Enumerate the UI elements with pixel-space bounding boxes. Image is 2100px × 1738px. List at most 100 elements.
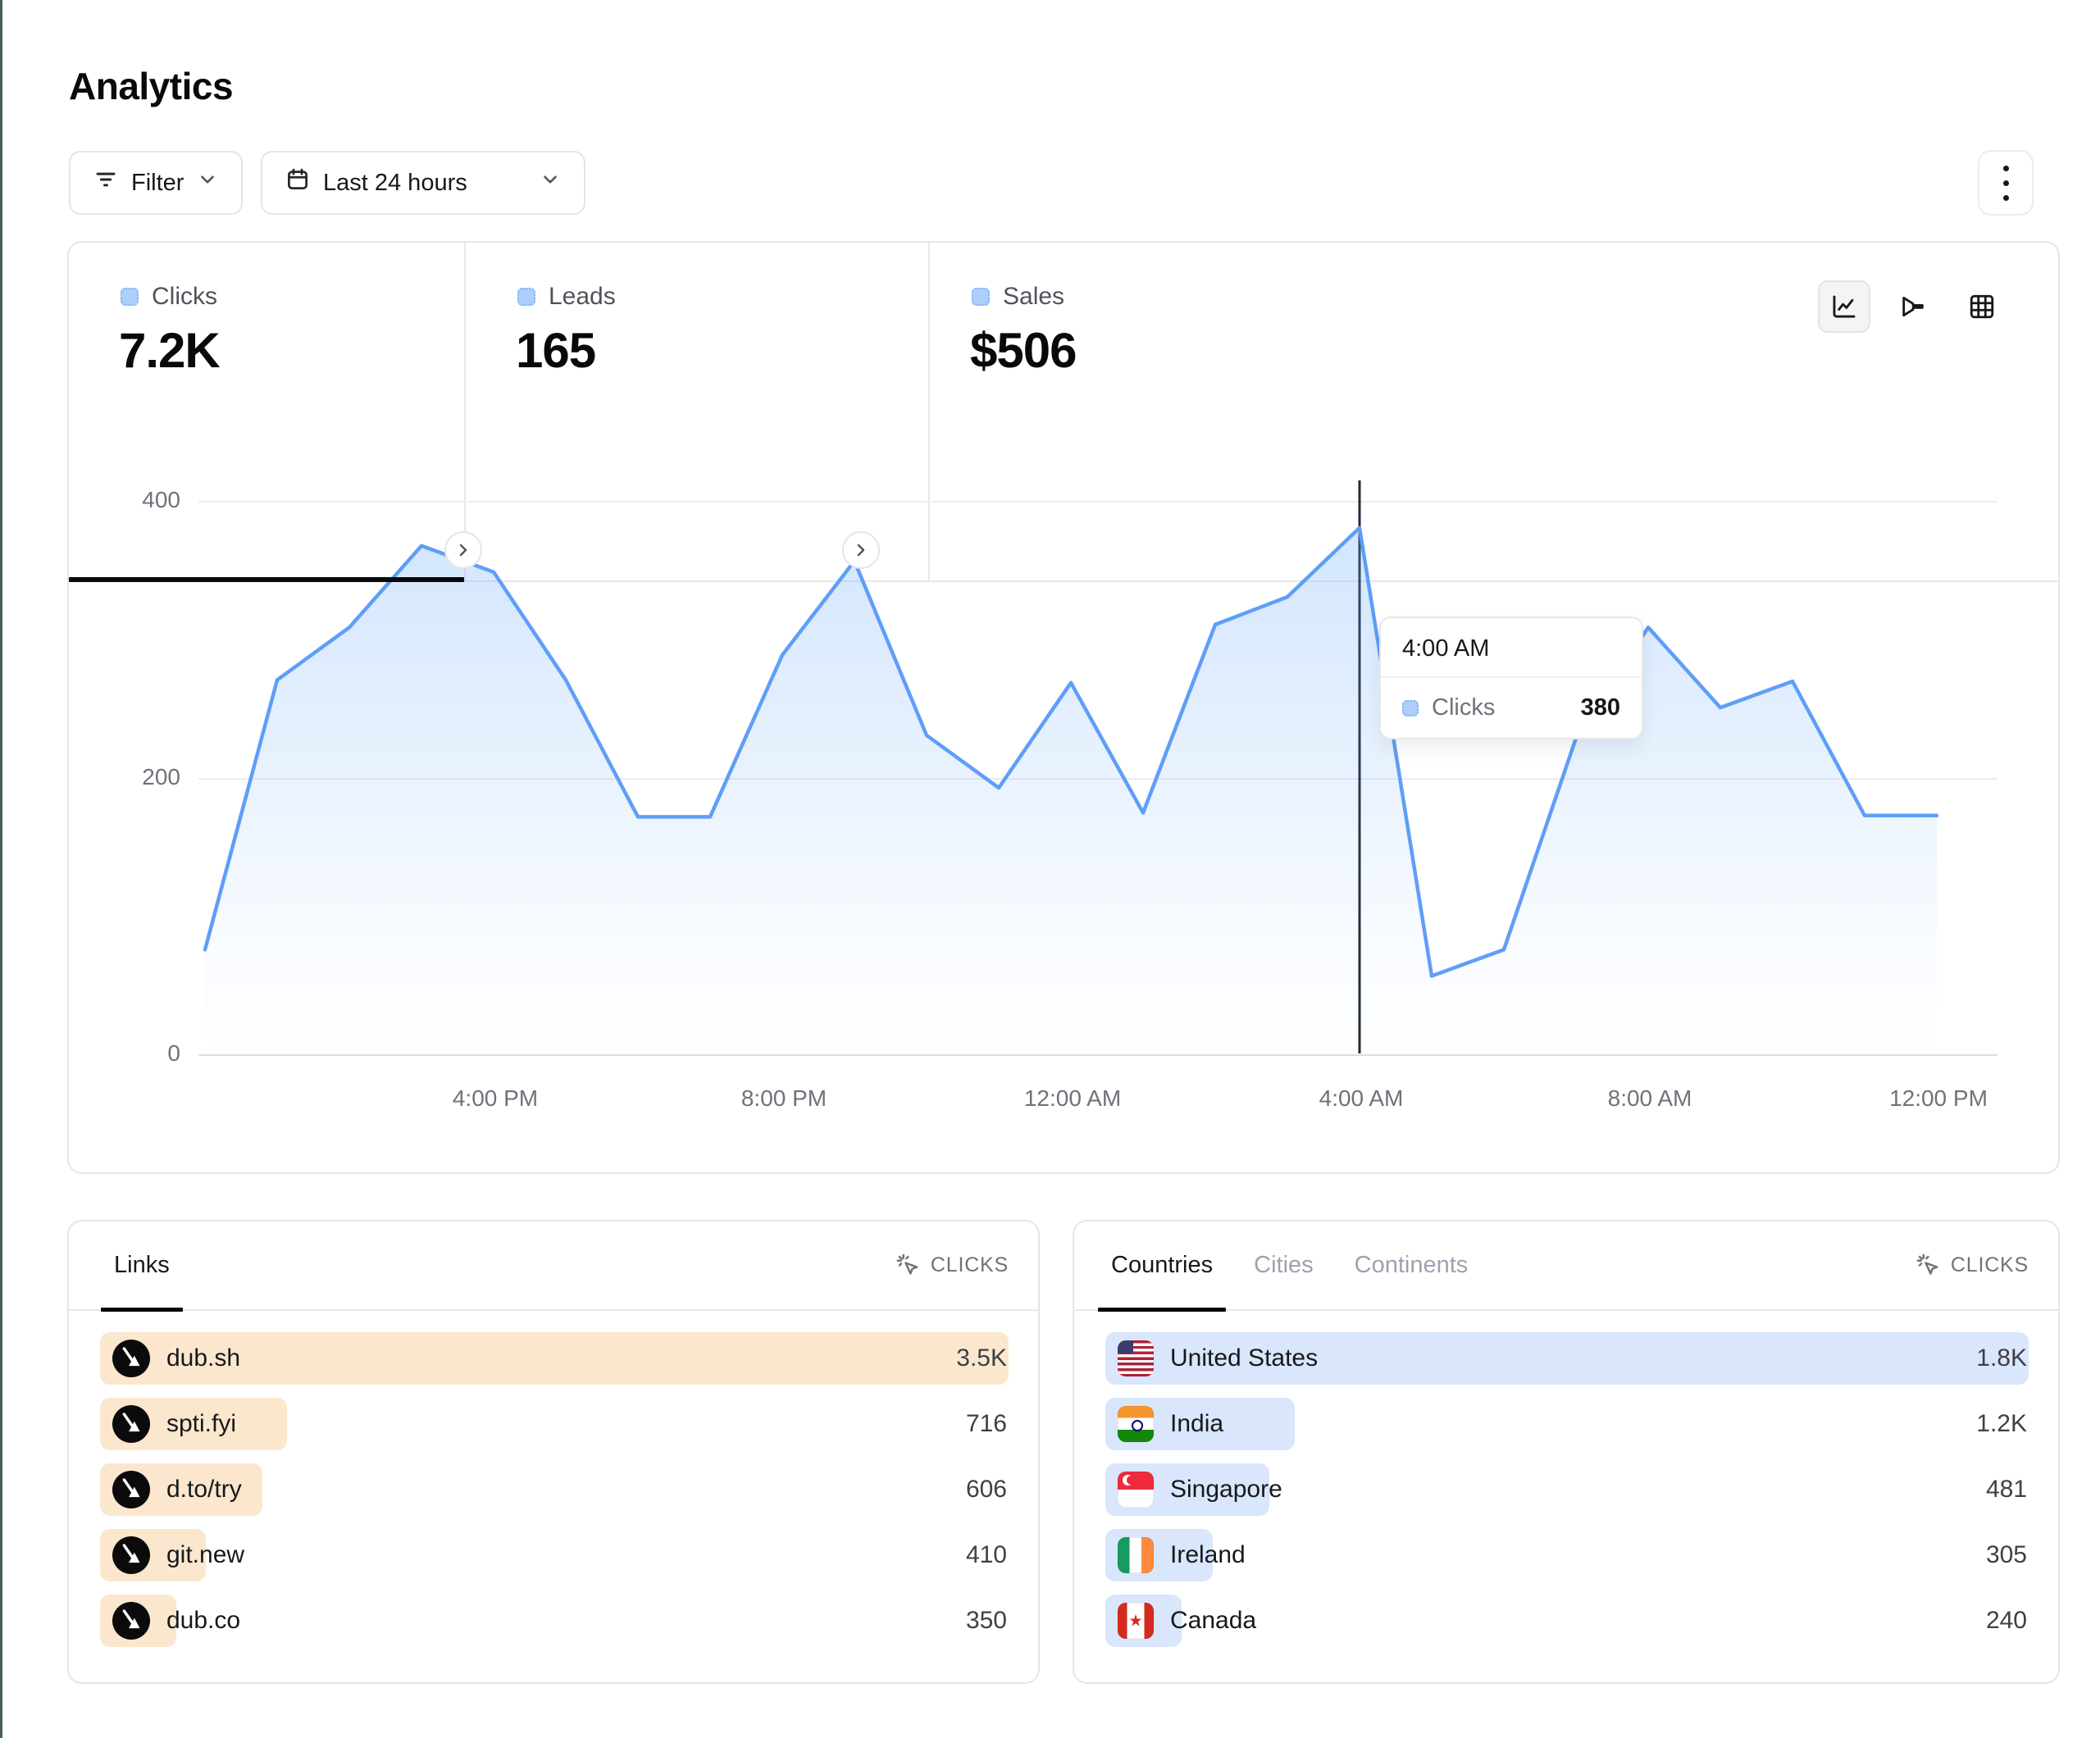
tooltip-series-label: Clicks (1432, 694, 1495, 721)
country-name: United States (1170, 1344, 1318, 1372)
link-row[interactable]: git.new 410 (100, 1529, 1009, 1581)
country-flag-icon (1118, 1340, 1154, 1376)
country-row[interactable]: Singapore 481 (1105, 1463, 2029, 1516)
filter-button[interactable]: Filter (69, 151, 243, 215)
country-row[interactable]: India 1.2K (1105, 1398, 2029, 1450)
calendar-icon (285, 167, 310, 198)
link-name: git.new (166, 1541, 244, 1569)
tab-cities[interactable]: Cities (1254, 1222, 1314, 1309)
stat-value: $506 (970, 322, 1330, 379)
country-name: Singapore (1170, 1476, 1282, 1504)
tab-sales[interactable]: Sales $506 (920, 243, 1330, 580)
dub-logo-icon (112, 1471, 150, 1508)
link-clicks-value: 606 (966, 1476, 1007, 1504)
tab-links[interactable]: Links (114, 1222, 170, 1309)
gridline (198, 1054, 1998, 1056)
x-axis-tick-label: 8:00 PM (718, 1085, 850, 1112)
link-clicks-value: 3.5K (956, 1344, 1007, 1372)
countries-metric-toggle[interactable]: CLICKS (1916, 1253, 2029, 1278)
line-chart-view-button[interactable] (1818, 280, 1870, 333)
cursor-click-icon (1916, 1253, 1941, 1278)
tab-clicks[interactable]: Clicks 7.2K (69, 243, 464, 580)
stat-value: 165 (516, 322, 861, 379)
link-name: spti.fyi (166, 1410, 236, 1438)
clicks-series-swatch-icon (1402, 700, 1419, 717)
tab-leads[interactable]: Leads 165 (466, 243, 861, 580)
country-flag-icon (1118, 1537, 1154, 1573)
leads-series-swatch-icon (517, 288, 535, 306)
chevron-right-icon (453, 540, 473, 560)
funnel-view-button[interactable] (1887, 280, 1939, 333)
cursor-click-icon (896, 1253, 921, 1278)
date-range-button[interactable]: Last 24 hours (261, 151, 585, 215)
active-tab-underline (69, 577, 464, 582)
dub-logo-icon (112, 1536, 150, 1574)
country-name: Canada (1170, 1607, 1256, 1635)
tooltip-value: 380 (1581, 694, 1620, 721)
tooltip-time: 4:00 AM (1381, 618, 1642, 678)
y-axis-tick-label: 200 (108, 764, 180, 790)
country-flag-icon (1118, 1406, 1154, 1442)
tab-divider (928, 243, 930, 580)
page-title: Analytics (69, 64, 233, 108)
country-row[interactable]: Ireland 305 (1105, 1529, 2029, 1581)
x-axis-tick-label: 12:00 PM (1873, 1085, 2004, 1112)
y-axis-tick-label: 0 (108, 1040, 180, 1067)
chart-tooltip: 4:00 AM Clicks 380 (1379, 616, 1643, 739)
link-name: dub.sh (166, 1344, 240, 1372)
grid-icon (1968, 293, 1996, 321)
country-clicks-value: 1.8K (1976, 1344, 2027, 1372)
gridline (198, 501, 1998, 503)
country-clicks-value: 1.2K (1976, 1410, 2027, 1438)
more-options-button[interactable] (1978, 150, 2034, 216)
tab-countries[interactable]: Countries (1111, 1222, 1213, 1309)
country-flag-icon (1118, 1472, 1154, 1508)
dub-logo-icon (112, 1602, 150, 1640)
metric-label: CLICKS (1951, 1253, 2029, 1277)
country-name: Ireland (1170, 1541, 1246, 1569)
stat-value: 7.2K (119, 322, 464, 379)
link-clicks-value: 716 (966, 1410, 1007, 1438)
link-name: dub.co (166, 1607, 240, 1635)
chevron-down-icon (197, 169, 218, 197)
tab-continents[interactable]: Continents (1355, 1222, 1469, 1309)
country-row[interactable]: United States 1.8K (1105, 1332, 2029, 1385)
filter-button-label: Filter (131, 170, 184, 197)
country-flag-icon (1118, 1603, 1154, 1639)
filter-lines-icon (93, 167, 118, 198)
x-axis-tick-label: 4:00 PM (430, 1085, 561, 1112)
sales-series-swatch-icon (972, 288, 990, 306)
country-clicks-value: 240 (1986, 1607, 2027, 1635)
link-row[interactable]: dub.sh 3.5K (100, 1332, 1009, 1385)
stat-label: Leads (549, 283, 616, 311)
link-clicks-value: 410 (966, 1541, 1007, 1569)
x-axis-tick-label: 12:00 AM (1007, 1085, 1138, 1112)
link-row[interactable]: spti.fyi 716 (100, 1398, 1009, 1450)
dub-logo-icon (112, 1340, 150, 1377)
link-clicks-value: 350 (966, 1607, 1007, 1635)
window-edge-strip (0, 0, 2, 1738)
table-view-button[interactable] (1956, 280, 2008, 333)
date-range-label: Last 24 hours (323, 170, 467, 197)
x-axis-tick-label: 8:00 AM (1584, 1085, 1715, 1112)
dub-logo-icon (112, 1405, 150, 1443)
country-clicks-value: 481 (1986, 1476, 2027, 1504)
chevron-down-icon (540, 169, 561, 197)
stat-label: Clicks (152, 283, 217, 311)
links-metric-toggle[interactable]: CLICKS (896, 1253, 1009, 1278)
x-axis-tick-label: 4:00 AM (1296, 1085, 1427, 1112)
link-row[interactable]: dub.co 350 (100, 1595, 1009, 1647)
country-row[interactable]: Canada 240 (1105, 1595, 2029, 1647)
y-axis-tick-label: 400 (108, 487, 180, 513)
analytics-card: Clicks 7.2K Leads 165 Sales $506 (67, 241, 2060, 1174)
expand-leads-button[interactable] (444, 531, 482, 569)
countries-panel: Countries Cities Continents CLICKS Unite… (1073, 1220, 2060, 1684)
metric-label: CLICKS (931, 1253, 1009, 1277)
expand-sales-button[interactable] (842, 531, 880, 569)
stat-label: Sales (1003, 283, 1064, 311)
line-chart-icon (1830, 293, 1858, 321)
gridline (198, 778, 1998, 780)
link-name: d.to/try (166, 1476, 242, 1504)
kebab-menu-icon (2003, 166, 2009, 201)
link-row[interactable]: d.to/try 606 (100, 1463, 1009, 1516)
